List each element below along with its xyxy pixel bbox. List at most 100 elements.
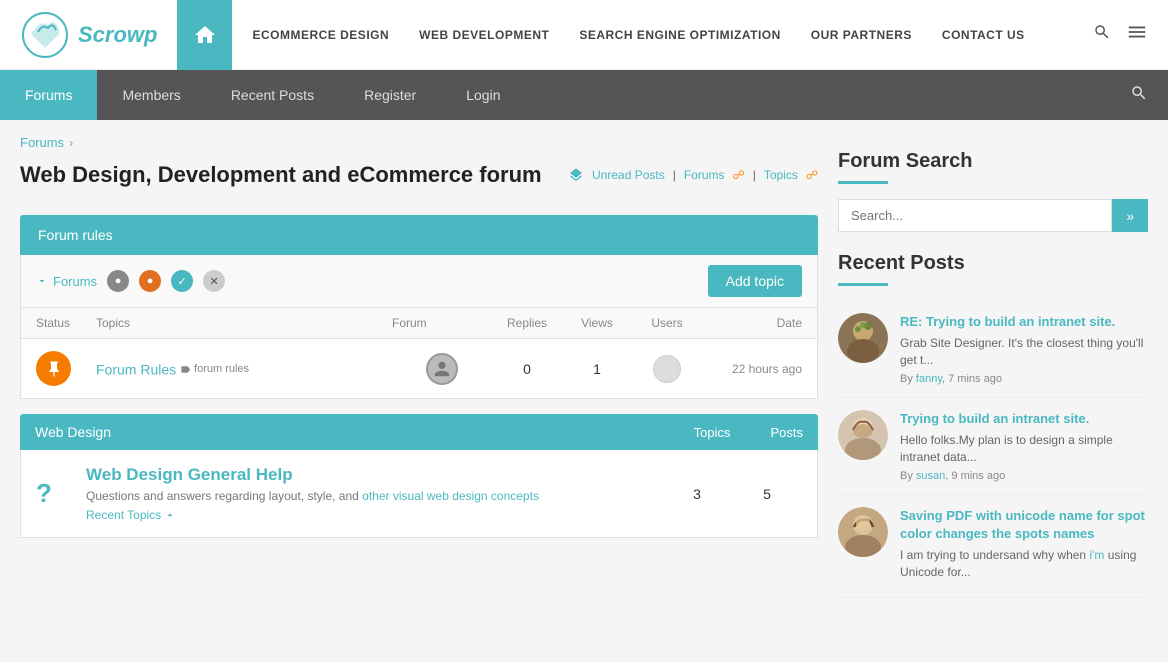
web-design-topics-count: 3 bbox=[662, 486, 732, 502]
recent-post-excerpt-3: I am trying to undersand why when i'm us… bbox=[900, 547, 1148, 581]
recent-post-excerpt-2: Hello folks.My plan is to design a simpl… bbox=[900, 432, 1148, 466]
logo-text: Scrowp bbox=[78, 22, 157, 48]
search-icon-button[interactable] bbox=[1093, 23, 1111, 46]
chevron-down-icon bbox=[36, 275, 48, 287]
page-title: Web Design, Development and eCommerce fo… bbox=[20, 162, 542, 188]
web-design-question-icon: ? bbox=[36, 478, 86, 509]
recent-topics-label: Recent Topics bbox=[86, 508, 161, 522]
recent-post-avatar-2 bbox=[838, 410, 888, 460]
topics-rss-link[interactable]: Topics bbox=[764, 168, 798, 182]
desc-link[interactable]: other visual web design concepts bbox=[362, 489, 539, 503]
web-design-description: Questions and answers regarding layout, … bbox=[86, 489, 662, 503]
add-topic-button[interactable]: Add topic bbox=[708, 265, 802, 297]
rss-icon-2: ☍ bbox=[806, 168, 818, 182]
forum-search-section: Forum Search » bbox=[838, 135, 1148, 232]
rss-icon-1: ☍ bbox=[733, 168, 745, 182]
menu-icon-button[interactable] bbox=[1126, 21, 1148, 48]
filter-dropdown[interactable]: Forums bbox=[36, 274, 97, 289]
col-topics: Topics bbox=[96, 316, 392, 330]
recent-post-title-link-3[interactable]: Saving PDF with unicode name for spot co… bbox=[900, 508, 1145, 541]
forum-search-submit-button[interactable]: » bbox=[1112, 199, 1148, 232]
nav-link-partners[interactable]: OUR PARTNERS bbox=[811, 28, 912, 42]
user-icon bbox=[433, 360, 451, 378]
recent-post-item-3: Saving PDF with unicode name for spot co… bbox=[838, 495, 1148, 598]
forum-search-box: » bbox=[838, 199, 1148, 232]
recent-post-author-link-1[interactable]: fanny bbox=[916, 373, 942, 385]
web-design-posts-count: 5 bbox=[732, 486, 802, 502]
nav-link-ecommerce[interactable]: ECOMMERCE DESIGN bbox=[252, 28, 389, 42]
nav-link-contact[interactable]: CONTACT US bbox=[942, 28, 1025, 42]
recent-post-content-3: Saving PDF with unicode name for spot co… bbox=[900, 507, 1148, 585]
filter-check-icon[interactable]: ✓ bbox=[171, 270, 193, 292]
meta-separator-1: | bbox=[673, 168, 676, 182]
breadcrumb-forums-link[interactable]: Forums bbox=[20, 135, 64, 150]
sidebar-forum-search-title: Forum Search bbox=[838, 135, 1148, 181]
nav-links: ECOMMERCE DESIGN WEB DEVELOPMENT SEARCH … bbox=[252, 28, 1093, 42]
col-users: Users bbox=[632, 316, 702, 330]
row-topic-cell: Forum Rules forum rules bbox=[96, 359, 392, 378]
col-status: Status bbox=[36, 316, 96, 330]
web-design-row: ? Web Design General Help Questions and … bbox=[20, 450, 818, 538]
nav-link-webdev[interactable]: WEB DEVELOPMENT bbox=[419, 28, 549, 42]
logo-link[interactable]: Scrowp bbox=[20, 10, 157, 60]
recent-posts-section: Recent Posts RE: Trying to build an intr… bbox=[838, 252, 1148, 598]
sidebar-forum-search-divider bbox=[838, 181, 888, 184]
unread-posts-link[interactable]: Unread Posts bbox=[592, 168, 665, 182]
breadcrumb-separator: › bbox=[69, 136, 73, 150]
forum-search-icon bbox=[1130, 84, 1148, 102]
forum-nav-login[interactable]: Login bbox=[441, 70, 525, 120]
recent-post-excerpt-1: Grab Site Designer. It's the closest thi… bbox=[900, 335, 1148, 369]
web-design-section-title: Web Design bbox=[35, 424, 111, 440]
posts-column-label: Posts bbox=[770, 425, 803, 440]
chevron-up-icon bbox=[164, 509, 176, 521]
avatar-image-3 bbox=[838, 507, 888, 557]
web-design-general-help-link[interactable]: Web Design General Help bbox=[86, 465, 293, 484]
recent-post-time-2: 9 mins ago bbox=[951, 470, 1005, 482]
col-forum: Forum bbox=[392, 316, 492, 330]
avatar-image-1 bbox=[838, 313, 888, 363]
forum-rules-label: Forum rules bbox=[38, 227, 113, 243]
home-icon bbox=[193, 23, 217, 47]
recent-topics-link[interactable]: Recent Topics bbox=[86, 508, 662, 522]
recent-post-title-link-2[interactable]: Trying to build an intranet site. bbox=[900, 411, 1089, 426]
home-button[interactable] bbox=[177, 0, 232, 70]
forum-nav-members[interactable]: Members bbox=[97, 70, 205, 120]
forum-nav-recent-posts[interactable]: Recent Posts bbox=[206, 70, 339, 120]
forum-search-input[interactable] bbox=[838, 199, 1112, 232]
recent-post-title-link-1[interactable]: RE: Trying to build an intranet site. bbox=[900, 314, 1115, 329]
col-date: Date bbox=[702, 316, 802, 330]
row-users-cell bbox=[632, 355, 702, 383]
recent-posts-divider bbox=[838, 283, 888, 286]
topic-tag-label: forum rules bbox=[194, 363, 249, 375]
recent-post-time-1: 7 mins ago bbox=[948, 373, 1002, 385]
pin-icon bbox=[45, 360, 63, 378]
forum-rules-title-link[interactable]: Forum Rules bbox=[96, 362, 176, 378]
row-replies-cell: 0 bbox=[492, 361, 562, 377]
forum-nav-register[interactable]: Register bbox=[339, 70, 441, 120]
filter-clock-icon[interactable]: ● bbox=[107, 270, 129, 292]
filter-fire-icon[interactable]: ● bbox=[139, 270, 161, 292]
recent-post-item-1: RE: Trying to build an intranet site. Gr… bbox=[838, 301, 1148, 398]
sidebar: Forum Search » Recent Posts bbox=[838, 135, 1148, 598]
forum-nav-forums[interactable]: Forums bbox=[0, 70, 97, 120]
forums-rss-link[interactable]: Forums bbox=[684, 168, 725, 182]
main-container: Forums › Web Design, Development and eCo… bbox=[0, 120, 1168, 613]
desc-text-start: Questions and answers regarding layout, … bbox=[86, 489, 359, 503]
logo-icon bbox=[20, 10, 70, 60]
forum-search-icon-button[interactable] bbox=[1110, 84, 1168, 107]
row-views-cell: 1 bbox=[562, 361, 632, 377]
topic-tag: forum rules bbox=[180, 363, 249, 375]
recent-post-author-link-2[interactable]: susan bbox=[916, 470, 945, 482]
excerpt-highlight: i'm bbox=[1089, 548, 1104, 562]
topics-column-label: Topics bbox=[694, 425, 731, 440]
tag-icon bbox=[180, 364, 191, 375]
table-row: Forum Rules forum rules 0 1 22 hours ago bbox=[20, 339, 818, 399]
top-nav: Scrowp ECOMMERCE DESIGN WEB DEVELOPMENT … bbox=[0, 0, 1168, 70]
nav-link-seo[interactable]: SEARCH ENGINE OPTIMIZATION bbox=[579, 28, 780, 42]
content-area: Forums › Web Design, Development and eCo… bbox=[20, 135, 818, 598]
col-views: Views bbox=[562, 316, 632, 330]
layers-icon bbox=[568, 167, 584, 183]
filter-close-icon[interactable]: ✕ bbox=[203, 270, 225, 292]
row-date-cell: 22 hours ago bbox=[702, 362, 802, 376]
recent-posts-title: Recent Posts bbox=[838, 252, 1148, 275]
